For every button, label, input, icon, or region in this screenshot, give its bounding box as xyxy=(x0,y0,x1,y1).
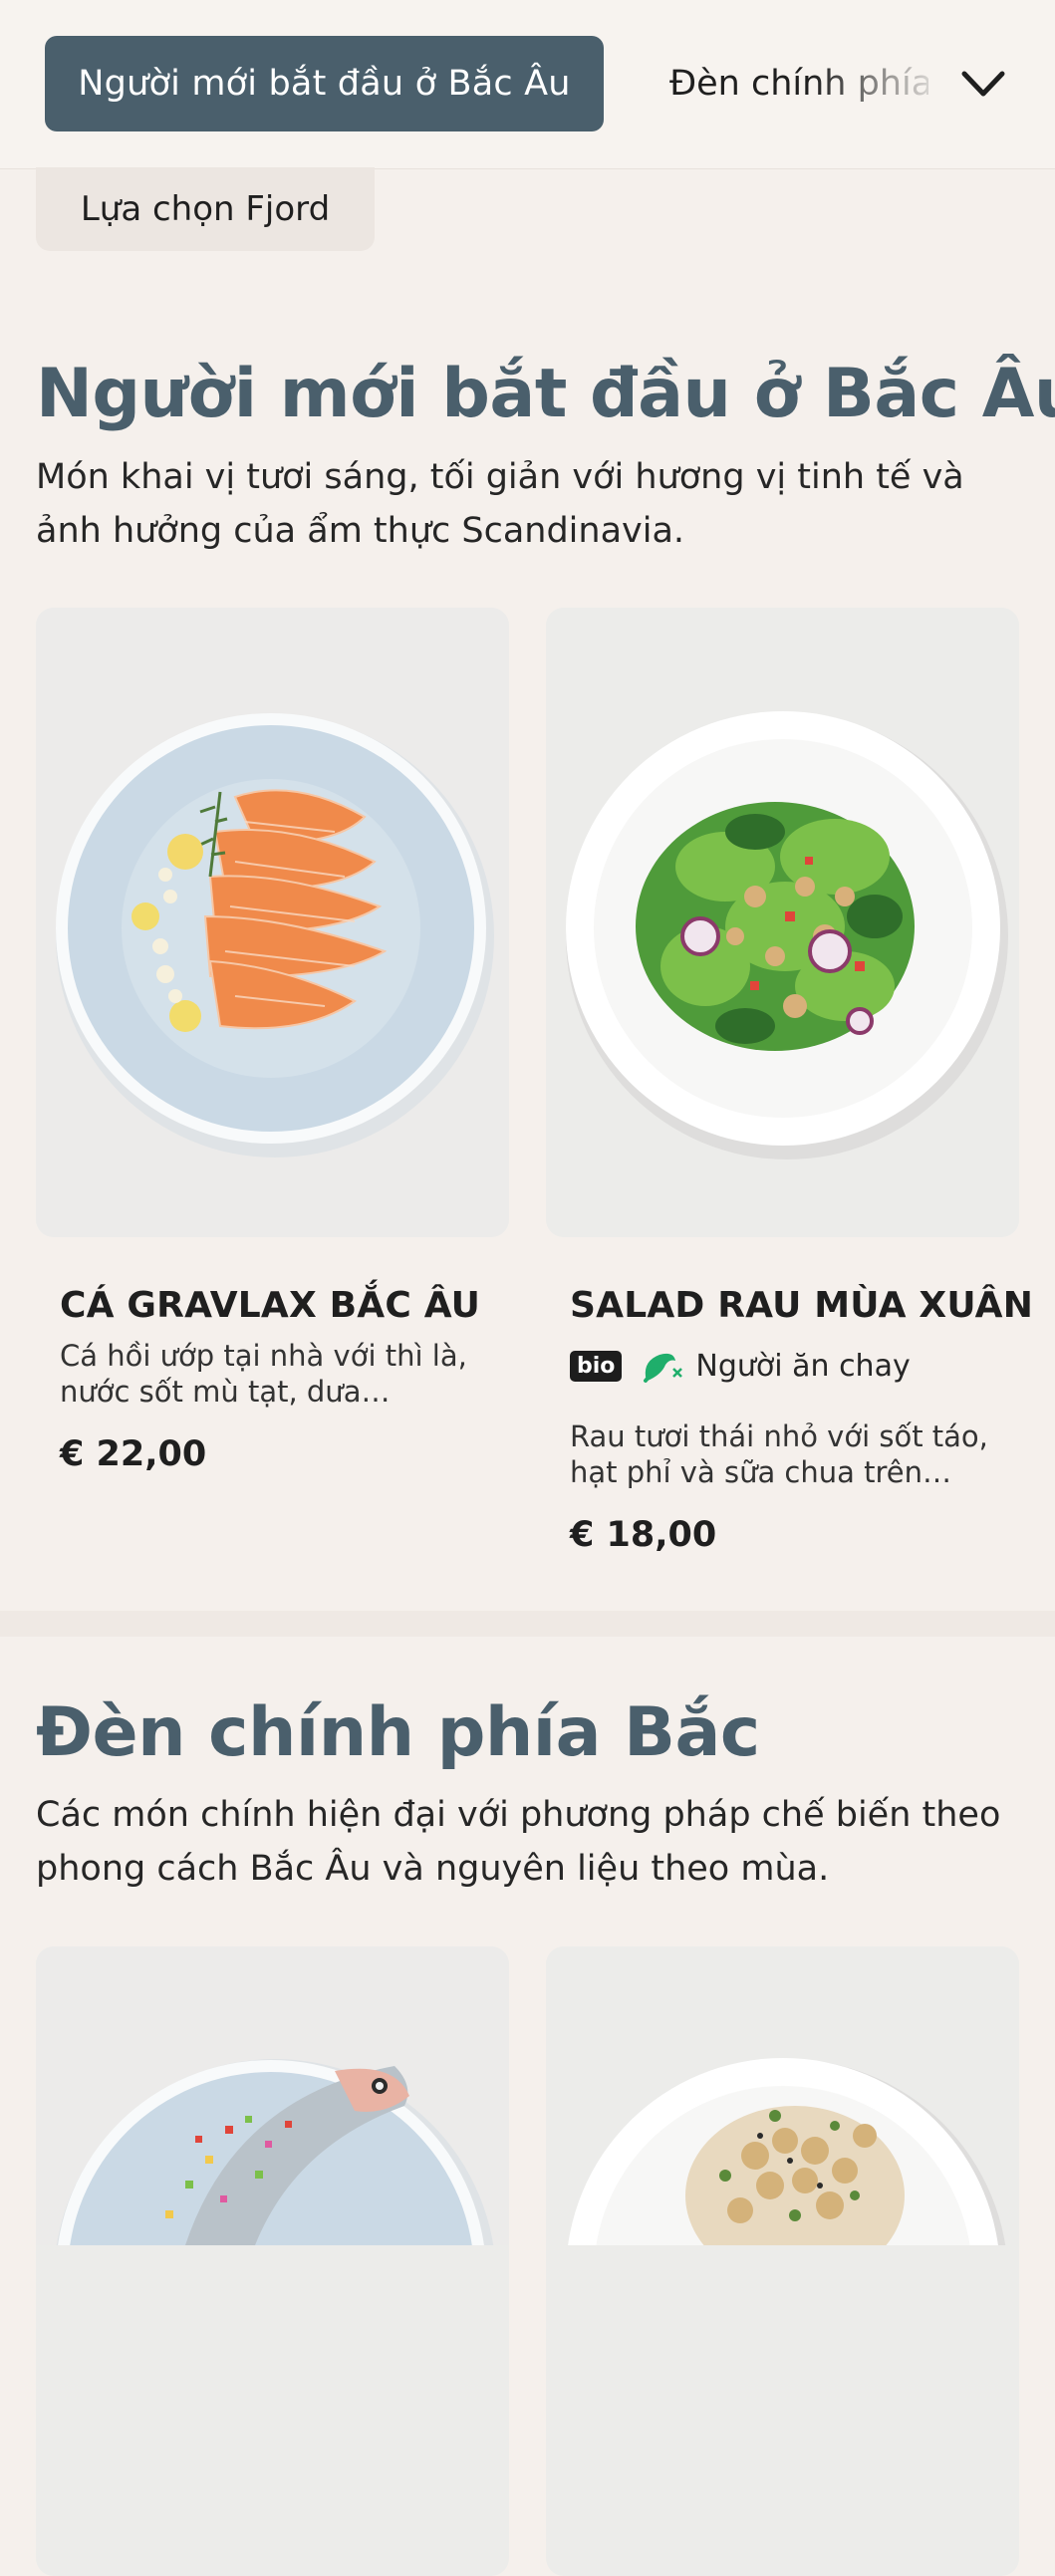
tab-nordic-starters[interactable]: Người mới bắt đầu ở Bắc Âu xyxy=(45,36,604,131)
section-title: Đèn chính phía Bắc xyxy=(36,1693,760,1772)
dish-description: Rau tươi thái nhỏ với sốt táo, hạt phỉ v… xyxy=(570,1419,988,1489)
gravlax-image[interactable] xyxy=(36,608,509,1237)
dish-description: Cá hồi ướp tại nhà với thì là, nước sốt … xyxy=(60,1339,467,1409)
fish-image[interactable] xyxy=(36,1946,509,2576)
tab-fjord-selection[interactable]: Lựa chọn Fjord xyxy=(36,167,375,251)
dish-price: € 18,00 xyxy=(570,1515,717,1555)
fish-plate-image xyxy=(36,1946,509,2501)
chicken-image[interactable] xyxy=(546,1946,1019,2576)
salad-plate-image xyxy=(546,608,1019,1237)
salmon-plate-image xyxy=(36,608,509,1237)
diet-label: Người ăn chay xyxy=(695,1348,911,1384)
bio-badge: bio xyxy=(570,1350,623,1382)
category-nav: Người mới bắt đầu ở Bắc Âu Đèn chính phí… xyxy=(0,0,1055,169)
salad-image[interactable] xyxy=(546,608,1019,1237)
chicken-plate-image xyxy=(546,1946,1019,2501)
vegetarian-icon xyxy=(644,1353,683,1383)
section-description: Món khai vị tươi sáng, tối giản với hươn… xyxy=(36,457,964,551)
dish-price: € 22,00 xyxy=(60,1434,207,1474)
dish-name: SALAD RAU MÙA XUÂN xyxy=(570,1285,1034,1326)
dish-tags: bio Người ăn chay xyxy=(570,1347,911,1385)
tab-northern-mains[interactable]: Đèn chính phía Bắc xyxy=(669,36,928,131)
section-divider xyxy=(0,1611,1055,1637)
dish-name: CÁ GRAVLAX BẮC ÂU xyxy=(60,1285,481,1326)
section-description: Các món chính hiện đại với phương pháp c… xyxy=(36,1795,1001,1889)
section-title: Người mới bắt đầu ở Bắc Âu xyxy=(36,355,1055,433)
chevron-down-icon[interactable] xyxy=(958,64,1008,104)
